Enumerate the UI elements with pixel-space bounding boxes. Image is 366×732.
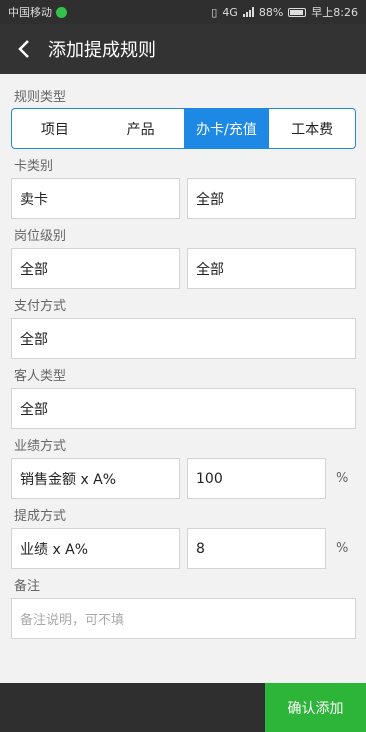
tab-cost-fee[interactable]: 工本费: [269, 109, 355, 148]
remark-input[interactable]: 备注说明，可不填: [11, 598, 356, 639]
battery-icon: [288, 7, 307, 17]
status-bar: 中国移动 ▯ 4G 88% 早上8:26: [0, 0, 366, 24]
commission-value-input[interactable]: 8: [187, 528, 326, 569]
position-level-label: 岗位级别: [14, 229, 67, 244]
status-indicators: ▯ 4G 88% 早上8:26: [211, 4, 358, 20]
card-type-select[interactable]: 卖卡: [11, 178, 180, 219]
card-type-label: 卡类别: [14, 159, 54, 174]
level-select[interactable]: 全部: [187, 248, 356, 289]
position-select[interactable]: 全部: [11, 248, 180, 289]
carrier-name: 中国移动: [8, 6, 52, 19]
battery-percent: 88%: [258, 5, 284, 19]
remark-label: 备注: [14, 579, 41, 594]
card-category-select[interactable]: 全部: [187, 178, 356, 219]
header-bar: 添加提成规则: [0, 24, 366, 74]
performance-value-input[interactable]: 100: [187, 458, 326, 499]
confirm-add-button[interactable]: 确认添加: [265, 683, 366, 732]
performance-method-label: 业绩方式: [14, 439, 67, 454]
network-type: 4G: [222, 5, 238, 19]
page-title: 添加提成规则: [48, 40, 156, 61]
clock: 早上8:26: [311, 6, 358, 19]
performance-percent-unit: %: [336, 471, 349, 486]
payment-method-label: 支付方式: [14, 299, 67, 314]
commission-formula-select[interactable]: 业绩 x A%: [11, 528, 180, 569]
customer-type-label: 客人类型: [14, 369, 67, 384]
tab-card-recharge[interactable]: 办卡/充值: [183, 109, 270, 148]
payment-method-select[interactable]: 全部: [11, 318, 356, 359]
performance-formula-select[interactable]: 销售金额 x A%: [11, 458, 180, 499]
rule-type-segmented-control: 项目 产品 办卡/充值 工本费: [11, 108, 356, 149]
back-button[interactable]: [0, 24, 48, 74]
wechat-notification-icon: [56, 6, 67, 18]
commission-percent-unit: %: [336, 541, 349, 556]
tab-product[interactable]: 产品: [98, 109, 184, 148]
carrier-info: 中国移动: [8, 4, 67, 20]
signal-icon: [242, 7, 254, 17]
chevron-left-icon: [18, 40, 29, 58]
commission-method-label: 提成方式: [14, 509, 67, 524]
tab-item[interactable]: 项目: [12, 109, 98, 148]
rule-type-label: 规则类型: [14, 90, 67, 105]
vibrate-icon: ▯: [211, 5, 218, 19]
customer-type-select[interactable]: 全部: [11, 388, 356, 429]
